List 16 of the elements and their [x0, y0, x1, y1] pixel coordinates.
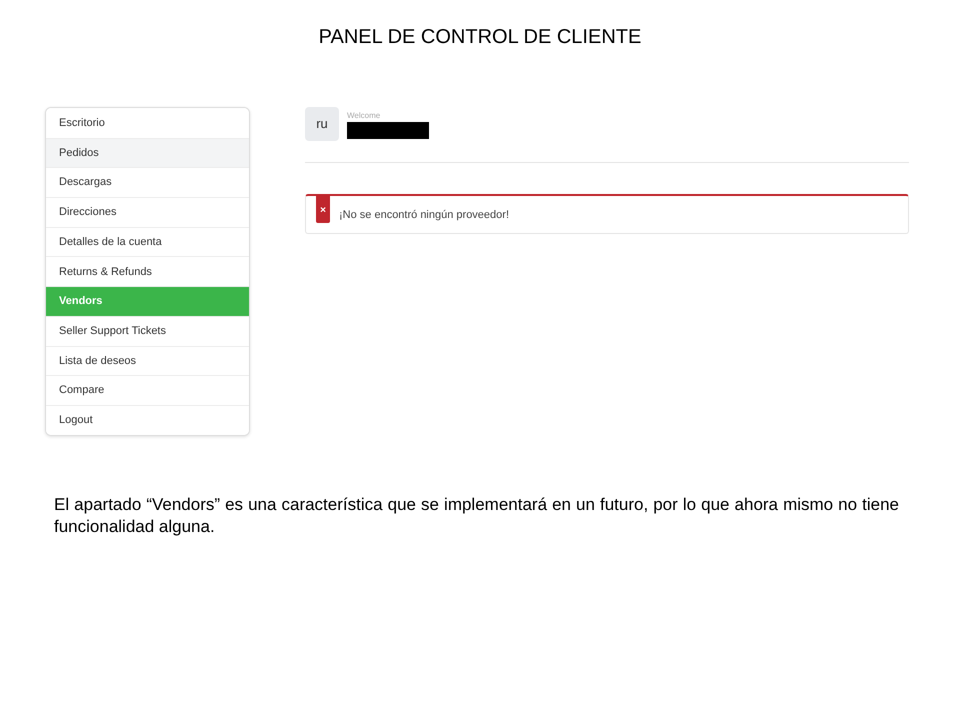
menu-item[interactable]: Direcciones — [46, 197, 249, 227]
menu-item[interactable]: Descargas — [46, 167, 249, 198]
avatar: ru — [305, 107, 339, 141]
caption: El apartado “Vendors” es una característica que se implementará en un futuro, por lo que ahora mismo no tiene funcionalidad alguna. — [54, 494, 899, 538]
slide-title: PANEL DE CONTROL DE CLIENTE — [318, 25, 642, 49]
welcome-label: Welcome — [347, 111, 382, 121]
menu-item[interactable]: Detalles de la cuenta — [46, 226, 249, 256]
menu-item[interactable]: Compare — [46, 375, 249, 405]
menu-item[interactable]: Seller Support Tickets — [46, 316, 249, 346]
menu-item[interactable]: Escritorio — [46, 108, 249, 138]
menu-item[interactable]: Lista de deseos — [46, 346, 249, 376]
menu-item[interactable]: Returns & Refunds — [46, 256, 249, 286]
alert-message: ¡No se encontró ningún proveedor! — [339, 208, 509, 223]
close-icon: × — [316, 196, 330, 223]
menu-item[interactable]: Pedidos — [46, 138, 249, 168]
menu-item[interactable]: Logout — [46, 404, 249, 435]
